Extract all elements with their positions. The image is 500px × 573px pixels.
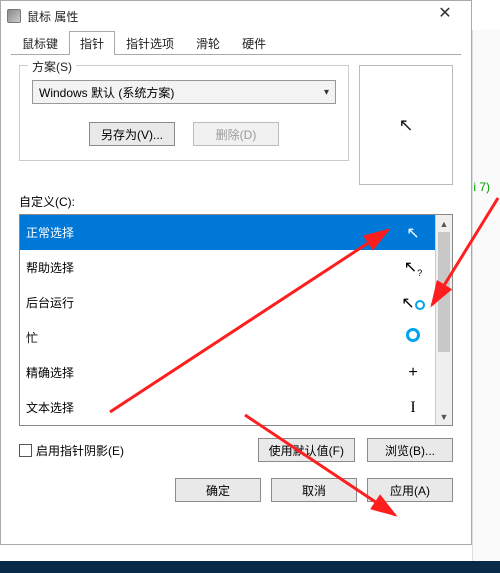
dialog-body: 方案(S) Windows 默认 (系统方案) ▾ 另存为(V)... 删除(D…: [1, 55, 471, 468]
cursor-help-icon: ↖?: [401, 257, 425, 278]
taskbar: [0, 561, 500, 573]
delete-button: 删除(D): [193, 122, 279, 146]
mouse-properties-dialog: 鼠标 属性 ✕ 鼠标键 指针 指针选项 滑轮 硬件 方案(S) Windows …: [0, 0, 472, 545]
cursor-text-icon: I: [401, 399, 425, 417]
checkbox-icon: [19, 444, 32, 457]
cursor-list: 正常选择 ↖ 帮助选择 ↖? 后台运行 ↖ 忙 精确选择 +: [19, 214, 453, 426]
scrollbar[interactable]: ▲ ▼: [435, 215, 452, 425]
tab-wheel[interactable]: 滑轮: [185, 31, 231, 55]
cursor-precision-icon: +: [401, 366, 425, 380]
ok-button[interactable]: 确定: [175, 478, 261, 502]
scheme-group: 方案(S) Windows 默认 (系统方案) ▾ 另存为(V)... 删除(D…: [19, 65, 349, 161]
scheme-combobox[interactable]: Windows 默认 (系统方案) ▾: [32, 80, 336, 104]
customize-label: 自定义(C):: [19, 193, 453, 210]
save-as-button[interactable]: 另存为(V)...: [89, 122, 175, 146]
side-label: i 7): [473, 180, 490, 194]
item-label: 忙: [26, 329, 38, 346]
close-button[interactable]: ✕: [425, 2, 465, 30]
list-item[interactable]: 帮助选择 ↖?: [20, 250, 435, 285]
use-default-button[interactable]: 使用默认值(F): [258, 438, 355, 462]
scroll-down-icon[interactable]: ▼: [436, 408, 452, 425]
titlebar: 鼠标 属性 ✕: [1, 1, 471, 31]
list-item[interactable]: 后台运行 ↖: [20, 285, 435, 320]
cursor-busy-icon: [401, 328, 425, 347]
scheme-value: Windows 默认 (系统方案): [39, 84, 174, 101]
scroll-thumb[interactable]: [438, 232, 450, 352]
cancel-button[interactable]: 取消: [271, 478, 357, 502]
cursor-arrow-icon: ↖: [398, 115, 413, 136]
cursor-preview: ↖: [359, 65, 453, 185]
item-label: 帮助选择: [26, 259, 74, 276]
app-icon: [7, 9, 21, 23]
list-item[interactable]: 文本选择 I: [20, 390, 435, 425]
tab-strip: 鼠标键 指针 指针选项 滑轮 硬件: [1, 31, 471, 55]
cursor-working-icon: ↖: [401, 293, 425, 313]
background-strip: [472, 30, 500, 561]
chevron-down-icon: ▾: [324, 87, 329, 98]
tab-pointers[interactable]: 指针: [69, 31, 115, 55]
list-item[interactable]: 正常选择 ↖: [20, 215, 435, 250]
tab-hardware[interactable]: 硬件: [231, 31, 277, 55]
cursor-arrow-icon: ↖: [401, 223, 425, 243]
item-label: 正常选择: [26, 224, 74, 241]
tab-buttons[interactable]: 鼠标键: [11, 31, 69, 55]
pointer-shadow-checkbox[interactable]: 启用指针阴影(E): [19, 442, 124, 459]
scroll-track[interactable]: [436, 232, 452, 408]
window-title: 鼠标 属性: [27, 8, 425, 25]
scheme-label: 方案(S): [28, 58, 76, 75]
apply-button[interactable]: 应用(A): [367, 478, 453, 502]
list-item[interactable]: 忙: [20, 320, 435, 355]
item-label: 后台运行: [26, 294, 74, 311]
dialog-buttons: 确定 取消 应用(A): [1, 468, 471, 516]
tab-pointer-options[interactable]: 指针选项: [115, 31, 185, 55]
item-label: 精确选择: [26, 364, 74, 381]
scroll-up-icon[interactable]: ▲: [436, 215, 452, 232]
checkbox-label: 启用指针阴影(E): [36, 442, 124, 459]
item-label: 文本选择: [26, 399, 74, 416]
list-item[interactable]: 精确选择 +: [20, 355, 435, 390]
browse-button[interactable]: 浏览(B)...: [367, 438, 453, 462]
